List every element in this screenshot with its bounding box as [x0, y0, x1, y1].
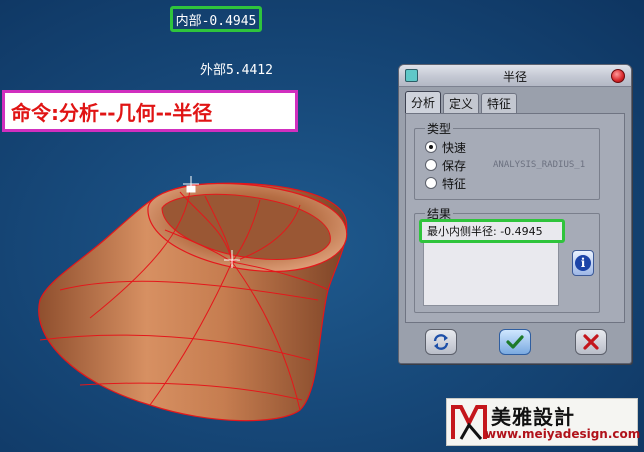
tab-definition[interactable]: 定义: [443, 93, 480, 113]
watermark-logo: 美雅設計 www.meiyadesign.com: [446, 398, 641, 446]
radio-quick-label: 快速: [442, 140, 467, 155]
outer-radius-label: 外部5.4412: [200, 63, 273, 78]
radio-feature-label: 特征: [442, 176, 467, 191]
radio-save-label: 保存: [442, 158, 467, 173]
cancel-button[interactable]: [575, 329, 607, 355]
radio-feature[interactable]: 特征: [425, 175, 466, 191]
tab-analysis[interactable]: 分析: [405, 91, 442, 113]
inner-radius-label: 内部-0.4945: [170, 6, 262, 32]
repeat-icon: [433, 334, 449, 350]
command-banner: 命令:分析--几何--半径: [2, 90, 298, 132]
feature-name-field[interactable]: ANALYSIS_RADIUS_1: [493, 157, 585, 173]
ok-icon: [506, 335, 524, 349]
tab-bar: 分析 定义 特征: [405, 91, 518, 113]
result-list[interactable]: [423, 232, 559, 306]
type-group: 类型 快速 保存 ANALYSIS_RADIUS_1 特征: [414, 120, 601, 200]
radio-save[interactable]: 保存 ANALYSIS_RADIUS_1: [425, 157, 601, 173]
close-icon[interactable]: [611, 69, 625, 83]
watermark-name: 美雅設計: [491, 405, 575, 429]
type-group-title: 类型: [425, 120, 454, 137]
result-value: 最小内侧半径: -0.4945: [419, 219, 565, 243]
radio-button-icon[interactable]: [425, 141, 437, 153]
info-icon: i: [575, 255, 591, 271]
analysis-panel: 类型 快速 保存 ANALYSIS_RADIUS_1 特征 结果 最小内侧半径:…: [405, 113, 625, 323]
radius-dialog: 半径 分析 定义 特征 类型 快速 保存 ANALYSIS_RADIUS_1 特…: [398, 64, 632, 364]
radio-button-icon[interactable]: [425, 159, 437, 171]
logo-mark-icon: [451, 405, 487, 440]
ok-button[interactable]: [499, 329, 531, 355]
radio-quick[interactable]: 快速: [425, 139, 466, 155]
info-button[interactable]: i: [572, 250, 594, 276]
dialog-titlebar[interactable]: 半径: [399, 65, 631, 87]
dialog-title: 半径: [502, 70, 527, 84]
cancel-icon: [583, 334, 599, 350]
radio-button-icon[interactable]: [425, 177, 437, 189]
repeat-button[interactable]: [425, 329, 457, 355]
watermark-url: www.meiyadesign.com: [485, 427, 641, 441]
tab-feature[interactable]: 特征: [481, 93, 518, 113]
